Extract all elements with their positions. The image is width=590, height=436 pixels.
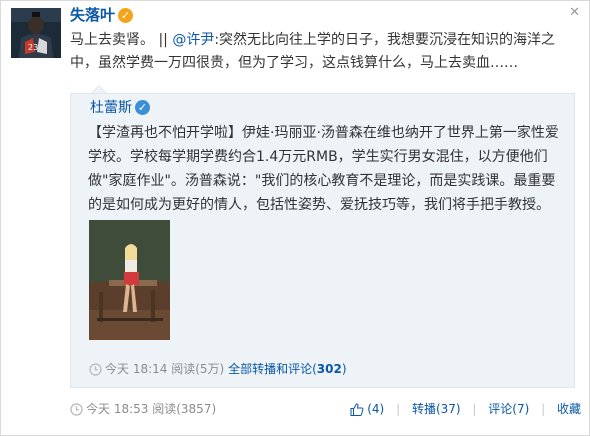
quote-pointer	[91, 85, 107, 93]
post-meta: 今天 18:53 阅读(3857)	[70, 401, 216, 417]
all-reposts-link[interactable]: 全部转播和评论(302)	[228, 362, 346, 376]
comment-button[interactable]: 评论(7)	[488, 402, 529, 416]
verified-badge-icon: ✓	[135, 100, 150, 115]
favorite-button[interactable]: 收藏	[557, 402, 581, 416]
repost-button[interactable]: 转播(37)	[412, 402, 461, 416]
post-text-main: 马上去卖肾。 ||	[70, 32, 168, 48]
avatar[interactable]: 23	[11, 8, 61, 58]
quoted-meta: 今天 18:14 阅读(5万) 全部转播和评论(302)	[89, 361, 347, 377]
all-reposts-label[interactable]: 全部转播和评论(	[228, 362, 317, 376]
mention-link[interactable]: @许尹	[172, 32, 214, 48]
quoted-time: 今天 18:14	[105, 362, 168, 376]
all-reposts-close[interactable]: )	[342, 362, 347, 376]
quoted-post-image[interactable]	[89, 220, 170, 340]
quoted-views: 阅读(5万)	[171, 362, 225, 376]
quoted-post: 杜蕾斯 ✓ 【学渣再也不怕开学啦】伊娃·玛丽亚·汤普森在维也纳开了世界上第一家性爱…	[70, 85, 575, 388]
quoted-text: 【学渣再也不怕开学啦】伊娃·玛丽亚·汤普森在维也纳开了世界上第一家性爱学校。学校…	[88, 125, 559, 213]
clock-icon	[70, 403, 83, 416]
quoted-author-label[interactable]: 杜蕾斯	[90, 100, 132, 116]
post-views: 阅读(3857)	[152, 402, 217, 416]
thumbs-up-icon	[350, 403, 364, 416]
like-button[interactable]: (4)	[350, 402, 384, 416]
verified-badge-icon: ✓	[118, 8, 134, 23]
action-divider: |	[472, 402, 477, 416]
action-divider: |	[396, 402, 401, 416]
post-actions: (4) | 转播(37) | 评论(7) | 收藏	[350, 401, 581, 417]
action-divider: |	[541, 402, 546, 416]
post-text: 马上去卖肾。 || @许尹:突然无比向往上学的日子，我想要沉浸在知识的海洋之中，…	[70, 29, 575, 75]
like-count[interactable]: (4)	[367, 402, 384, 416]
close-icon[interactable]: ✕	[569, 6, 580, 19]
post-author-label[interactable]: 失落叶	[70, 6, 115, 24]
weibo-post-card: ✕ 23 失落叶 ✓ 马上去卖肾。 || @许尹:突然无比向往上学的日子，我想要沉…	[0, 0, 590, 436]
all-reposts-count[interactable]: 302	[317, 362, 342, 376]
quoted-author-name[interactable]: 杜蕾斯 ✓	[90, 98, 150, 118]
post-time: 今天 18:53	[86, 402, 149, 416]
avatar-image: 23	[11, 8, 61, 58]
svg-text:23: 23	[28, 43, 38, 52]
post-author-name[interactable]: 失落叶 ✓	[70, 5, 134, 25]
clock-icon	[89, 363, 102, 376]
